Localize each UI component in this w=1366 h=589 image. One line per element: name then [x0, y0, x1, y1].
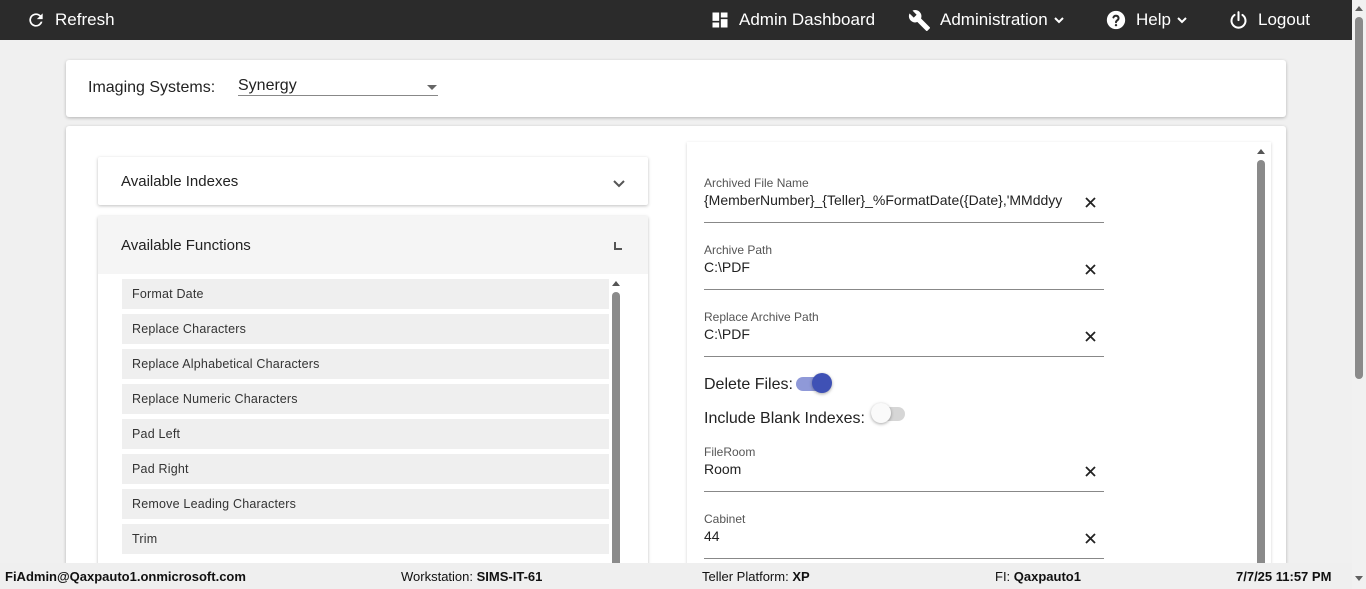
archive-path-field[interactable]: Archive Path C:\PDF — [704, 243, 1104, 290]
list-item[interactable]: Trim — [122, 524, 609, 554]
cabinet-input[interactable]: 44 — [704, 528, 1076, 544]
admin-dashboard-label: Admin Dashboard — [739, 10, 876, 29]
list-item[interactable]: Format Date — [122, 279, 609, 309]
chevron-down-icon — [612, 176, 626, 194]
archive-path-label: Archive Path — [704, 243, 773, 257]
list-item[interactable]: Replace Characters — [122, 314, 609, 344]
administration-menu[interactable]: Administration — [908, 0, 1065, 40]
available-functions-title: Available Functions — [121, 237, 251, 254]
close-icon[interactable] — [1085, 464, 1096, 482]
replace-archive-path-input[interactable]: C:\PDF — [704, 326, 1076, 342]
configuration-card: Available Indexes Available Functions Fo… — [66, 126, 1286, 566]
dashboard-icon — [710, 10, 730, 30]
right-panel: Archived File Name {MemberNumber}_{Telle… — [687, 142, 1271, 566]
archived-file-name-label: Archived File Name — [704, 176, 809, 190]
refresh-button[interactable]: Refresh — [26, 0, 115, 40]
top-navigation-bar: Refresh Admin Dashboard Administration H… — [0, 0, 1366, 40]
functions-list: Format Date Replace Characters Replace A… — [122, 279, 610, 566]
help-menu[interactable]: Help — [1105, 0, 1188, 40]
logout-label: Logout — [1258, 10, 1310, 29]
chevron-down-icon — [1176, 14, 1188, 26]
power-icon — [1228, 10, 1249, 31]
cabinet-field[interactable]: Cabinet 44 — [704, 512, 1104, 559]
administration-label: Administration — [940, 10, 1048, 29]
list-item[interactable]: Replace Alphabetical Characters — [122, 349, 609, 379]
available-indexes-header[interactable]: Available Indexes — [98, 157, 648, 205]
available-functions-header[interactable]: Available Functions — [98, 216, 648, 274]
logout-button[interactable]: Logout — [1228, 0, 1310, 40]
wrench-icon — [908, 9, 931, 32]
functions-scrollbar[interactable] — [610, 276, 622, 566]
scroll-up-arrow-icon[interactable] — [612, 281, 620, 286]
status-teller-platform: Teller Platform: XP — [702, 569, 810, 584]
archived-file-name-field[interactable]: Archived File Name {MemberNumber}_{Telle… — [704, 176, 1104, 223]
fileroom-input[interactable]: Room — [704, 461, 1076, 477]
list-item[interactable]: Pad Left — [122, 419, 609, 449]
admin-dashboard-link[interactable]: Admin Dashboard — [710, 0, 875, 40]
imaging-systems-value: Synergy — [238, 77, 297, 94]
status-user: FiAdmin@Qaxpauto1.onmicrosoft.com — [5, 569, 246, 584]
archived-file-name-input[interactable]: {MemberNumber}_{Teller}_%FormatDate({Dat… — [704, 192, 1076, 208]
available-indexes-panel: Available Indexes — [98, 157, 648, 205]
list-item[interactable]: Pad Right — [122, 454, 609, 484]
replace-archive-path-label: Replace Archive Path — [704, 310, 819, 324]
imaging-systems-select[interactable]: Synergy — [238, 76, 438, 96]
scrollbar-thumb[interactable] — [612, 292, 620, 566]
list-item[interactable]: Replace Numeric Characters — [122, 384, 609, 414]
imaging-systems-label: Imaging Systems: — [88, 79, 216, 96]
close-icon[interactable] — [1085, 531, 1096, 549]
archive-path-input[interactable]: C:\PDF — [704, 259, 1076, 275]
refresh-icon — [26, 10, 46, 30]
close-icon[interactable] — [1085, 329, 1096, 347]
replace-archive-path-field[interactable]: Replace Archive Path C:\PDF — [704, 310, 1104, 357]
delete-files-label: Delete Files: — [704, 376, 793, 393]
scroll-up-arrow-icon[interactable] — [1355, 6, 1363, 11]
scroll-up-arrow-icon[interactable] — [1257, 149, 1265, 154]
scrollbar-thumb[interactable] — [1355, 17, 1363, 379]
chevron-down-icon — [1053, 14, 1065, 26]
available-functions-panel: Available Functions Format Date Replace … — [98, 216, 648, 566]
fileroom-label: FileRoom — [704, 445, 756, 459]
status-datetime: 7/7/25 11:57 PM — [1236, 569, 1332, 584]
scroll-down-arrow-icon[interactable] — [1355, 576, 1363, 581]
status-workstation: Workstation: SIMS-IT-61 — [401, 569, 543, 584]
available-indexes-title: Available Indexes — [121, 173, 239, 190]
fileroom-field[interactable]: FileRoom Room — [704, 445, 1104, 492]
help-label: Help — [1136, 10, 1171, 29]
refresh-label: Refresh — [55, 10, 115, 29]
imaging-systems-card: Imaging Systems: Synergy — [66, 60, 1286, 117]
status-fi: FI: Qaxpauto1 — [995, 569, 1081, 584]
dropdown-caret-icon — [427, 85, 437, 90]
status-bar: FiAdmin@Qaxpauto1.onmicrosoft.com Workst… — [0, 563, 1352, 589]
close-icon[interactable] — [1085, 195, 1096, 213]
include-blank-indexes-label: Include Blank Indexes: — [704, 410, 865, 427]
page-scrollbar[interactable] — [1352, 0, 1366, 589]
chevron-up-icon — [612, 239, 624, 257]
right-panel-scrollbar[interactable] — [1255, 144, 1267, 566]
list-item[interactable]: Remove Leading Characters — [122, 489, 609, 519]
scrollbar-thumb[interactable] — [1257, 160, 1265, 566]
left-panel: Available Indexes Available Functions Fo… — [82, 142, 648, 566]
cabinet-label: Cabinet — [704, 512, 746, 526]
help-icon — [1105, 9, 1127, 31]
close-icon[interactable] — [1085, 262, 1096, 280]
